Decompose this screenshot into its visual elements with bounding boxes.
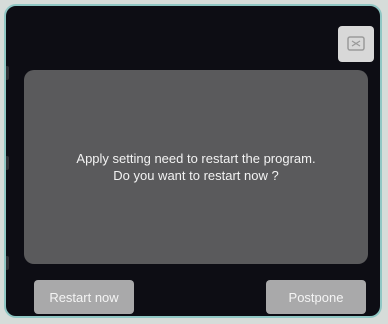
restart-dialog: Apply setting need to restart the progra…: [4, 4, 382, 318]
frame-notch: [6, 156, 9, 170]
frame-notch: [6, 66, 9, 80]
restart-now-button[interactable]: Restart now: [34, 280, 134, 314]
frame-notch: [6, 256, 9, 270]
screen-background: Apply setting need to restart the progra…: [0, 0, 388, 324]
close-icon: [345, 33, 367, 55]
close-button[interactable]: [338, 26, 374, 62]
message-line-1: Apply setting need to restart the progra…: [76, 151, 316, 166]
message-text: Apply setting need to restart the progra…: [76, 150, 315, 184]
message-line-2: Do you want to restart now ?: [113, 168, 279, 183]
message-panel: Apply setting need to restart the progra…: [24, 70, 368, 264]
postpone-button[interactable]: Postpone: [266, 280, 366, 314]
